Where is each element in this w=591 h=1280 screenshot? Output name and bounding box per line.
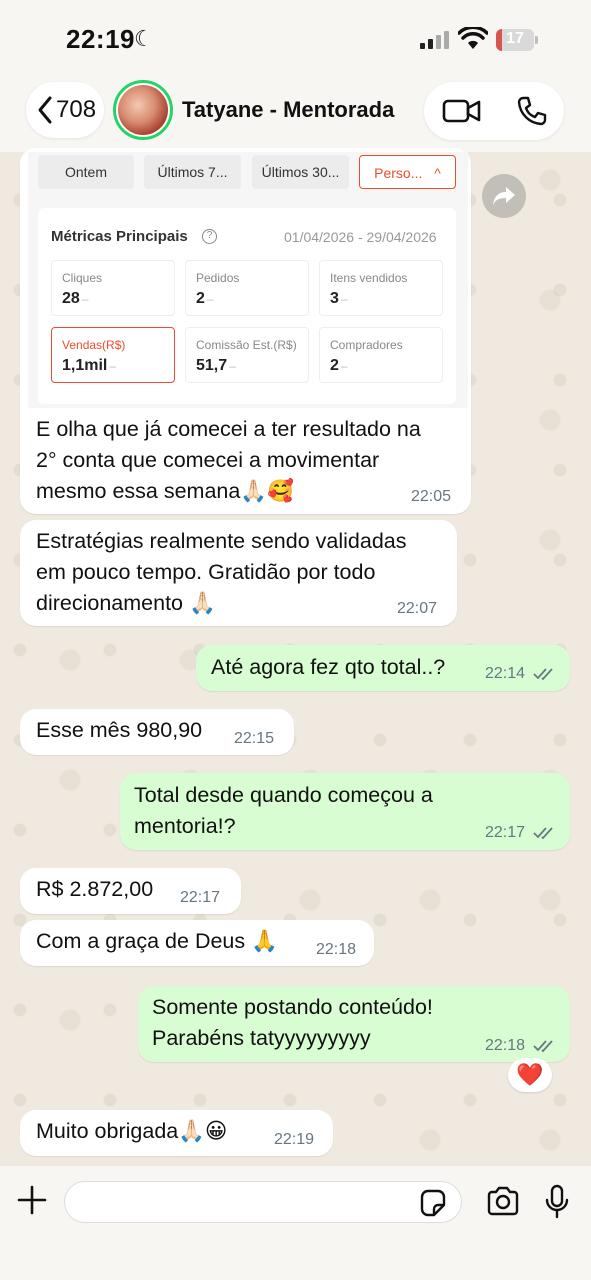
- forward-button[interactable]: [482, 174, 526, 218]
- chat-header: 708 Tatyane - Mentorada: [0, 80, 591, 152]
- read-receipt-icon: [533, 668, 553, 681]
- metric-buyers: Compradores 2–: [319, 327, 443, 383]
- phone-icon[interactable]: [516, 95, 548, 127]
- status-bar: 22:19 ☾ 17: [0, 0, 591, 80]
- battery-icon: 17: [496, 29, 538, 51]
- call-actions: [424, 82, 564, 140]
- message-input[interactable]: [64, 1181, 462, 1223]
- camera-icon[interactable]: [486, 1186, 520, 1216]
- filter-chip-active: Perso... ^: [359, 155, 456, 189]
- message-time: 22:17: [180, 889, 221, 906]
- chevron-up-icon: ^: [434, 165, 441, 181]
- message-text: Muito obrigada🙏🏻😀: [36, 1119, 228, 1143]
- message-time: 22:05: [411, 488, 452, 505]
- focus-moon-icon: ☾: [134, 26, 154, 51]
- sticker-icon[interactable]: [418, 1189, 446, 1217]
- filter-chip: Ontem: [38, 155, 134, 189]
- contact-name[interactable]: Tatyane - Mentorada: [182, 97, 394, 123]
- metric-commission: Comissão Est.(R$) 51,7–: [185, 327, 309, 383]
- metric-sales: Vendas(R$) 1,1mil –: [51, 327, 175, 383]
- metric-orders: Pedidos 2–: [185, 260, 309, 316]
- read-receipt-icon: [533, 1040, 553, 1053]
- message-time: 22:07: [397, 600, 438, 617]
- microphone-icon[interactable]: [544, 1184, 570, 1220]
- forward-icon: [493, 187, 515, 205]
- message-time: 22:19: [274, 1131, 315, 1148]
- status-time: 22:19: [66, 24, 135, 54]
- message-time: 22:18: [485, 1037, 526, 1054]
- message-text: Total desde quando começou a mentoria!?: [134, 783, 433, 838]
- message-text: Somente postando conteúdo! Parabéns tatyy…: [152, 995, 433, 1050]
- message-text: R$ 2.872,00: [36, 877, 154, 901]
- message-time: 22:14: [485, 665, 526, 682]
- wifi-icon: [458, 27, 488, 49]
- filter-chip-label: Perso...: [374, 165, 423, 181]
- metric-clicks: Cliques 28–: [51, 260, 175, 316]
- back-button[interactable]: 708: [26, 82, 104, 138]
- metrics-card: Métricas Principais ? 01/04/2026 - 29/04…: [38, 208, 456, 404]
- metrics-screenshot[interactable]: Ontem Últimos 7... Últimos 30... Perso..…: [28, 152, 468, 408]
- read-receipt-icon: [533, 827, 553, 840]
- battery-percent: 17: [506, 30, 524, 47]
- message-text: Estratégias realmente sendo validadas em …: [36, 529, 407, 615]
- message-text: Com a graça de Deus 🙏: [36, 929, 278, 953]
- plus-icon[interactable]: [16, 1184, 48, 1216]
- chevron-left-icon: [38, 96, 52, 124]
- contact-avatar[interactable]: [113, 80, 173, 140]
- composer-bar: [0, 1166, 591, 1280]
- date-range: 01/04/2026 - 29/04/2026: [284, 229, 437, 245]
- filter-chip: Últimos 30...: [252, 155, 349, 189]
- help-icon: ?: [202, 229, 217, 244]
- unread-count: 708: [56, 96, 97, 123]
- message-time: 22:18: [316, 941, 357, 958]
- message-time: 22:17: [485, 824, 526, 841]
- heart-reaction[interactable]: ❤️: [508, 1058, 552, 1092]
- filter-chip: Últimos 7...: [144, 155, 241, 189]
- video-camera-icon[interactable]: [442, 96, 482, 126]
- cellular-signal-icon: [420, 31, 449, 49]
- message-text: Esse mês 980,90: [36, 718, 203, 742]
- metrics-title: Métricas Principais: [51, 228, 188, 245]
- message-text: E olha que já comecei a ter resultado na…: [36, 417, 421, 503]
- metric-items-sold: Itens vendidos 3–: [319, 260, 443, 316]
- message-time: 22:15: [234, 730, 275, 747]
- message-text: Até agora fez qto total..?: [211, 655, 446, 679]
